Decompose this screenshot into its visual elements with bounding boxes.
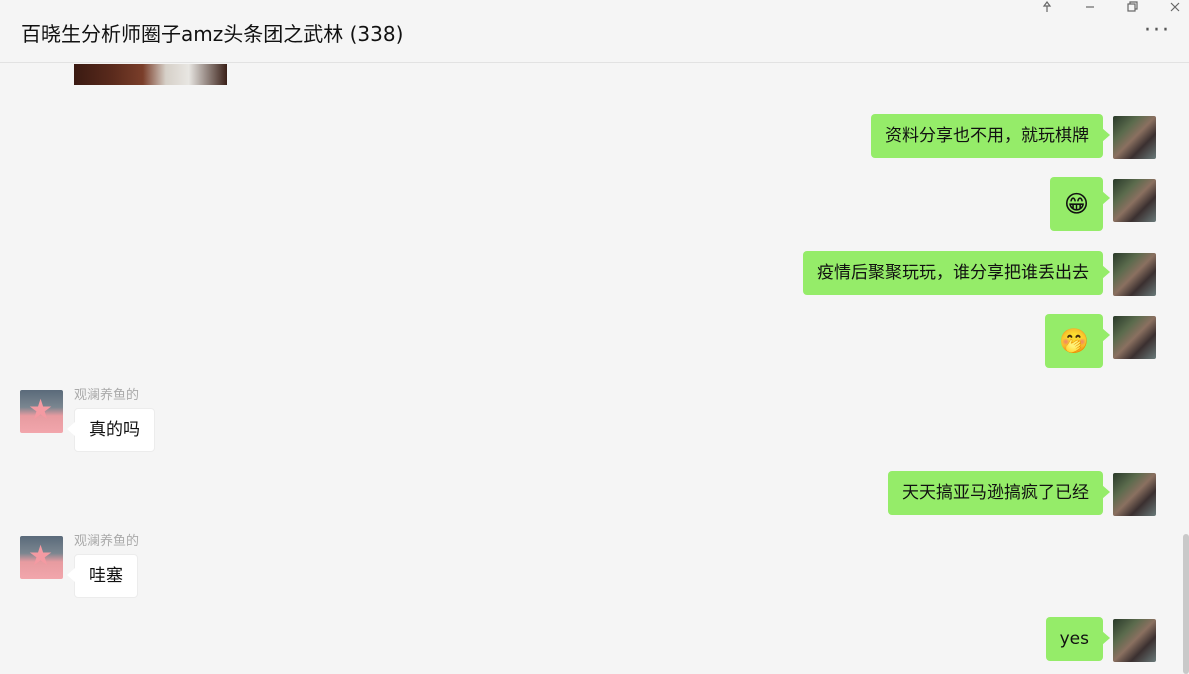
message-other: 哇塞: [67, 554, 138, 598]
title-bar: 百晓生分析师圈子amz头条团之武林 (338) ···: [0, 0, 1189, 63]
self-avatar[interactable]: [1113, 316, 1156, 359]
self-avatar[interactable]: [1113, 473, 1156, 516]
self-avatar[interactable]: [1113, 116, 1156, 159]
minimize-icon[interactable]: [1079, 0, 1101, 14]
message-self: 疫情后聚聚玩玩，谁分享把谁丢出去: [803, 251, 1110, 295]
sender-name: 观澜养鱼的: [74, 534, 140, 549]
message-self: yes: [1045, 617, 1111, 661]
message-bubble[interactable]: yes: [1045, 617, 1111, 661]
sender-name: 观澜养鱼的: [74, 388, 140, 403]
message-self: 😁: [1049, 177, 1111, 231]
self-avatar[interactable]: [1113, 179, 1156, 222]
restore-icon[interactable]: [1121, 0, 1143, 14]
message-bubble[interactable]: 真的吗: [67, 408, 155, 452]
message-bubble[interactable]: 🤭: [1045, 314, 1110, 368]
more-options-icon[interactable]: ···: [1144, 20, 1171, 42]
message-self: 资料分享也不用，就玩棋牌: [871, 114, 1110, 158]
message-bubble[interactable]: 天天搞亚马逊搞疯了已经: [888, 471, 1110, 515]
message-self: 🤭: [1045, 314, 1110, 368]
close-icon[interactable]: [1164, 0, 1186, 14]
pin-icon[interactable]: [1036, 0, 1058, 14]
self-avatar[interactable]: [1113, 619, 1156, 662]
message-self: 天天搞亚马逊搞疯了已经: [888, 471, 1110, 515]
sender-avatar[interactable]: ★: [20, 390, 63, 433]
message-bubble[interactable]: 哇塞: [67, 554, 138, 598]
message-bubble[interactable]: 😁: [1049, 177, 1111, 231]
sender-avatar[interactable]: ★: [20, 536, 63, 579]
scrollbar[interactable]: [1183, 534, 1189, 674]
hand-over-mouth-emoji: 🤭: [1059, 327, 1089, 355]
message-bubble[interactable]: 资料分享也不用，就玩棋牌: [871, 114, 1110, 158]
message-bubble[interactable]: 疫情后聚聚玩玩，谁分享把谁丢出去: [803, 251, 1110, 295]
chat-area[interactable]: 资料分享也不用，就玩棋牌 😁 疫情后聚聚玩玩，谁分享把谁丢出去 🤭 ★ 观澜养鱼…: [0, 64, 1189, 674]
self-avatar[interactable]: [1113, 253, 1156, 296]
grinning-emoji: 😁: [1063, 190, 1089, 218]
message-other: 真的吗: [67, 408, 155, 452]
image-message-partial[interactable]: [74, 64, 227, 85]
chat-title: 百晓生分析师圈子amz头条团之武林 (338): [21, 22, 404, 46]
